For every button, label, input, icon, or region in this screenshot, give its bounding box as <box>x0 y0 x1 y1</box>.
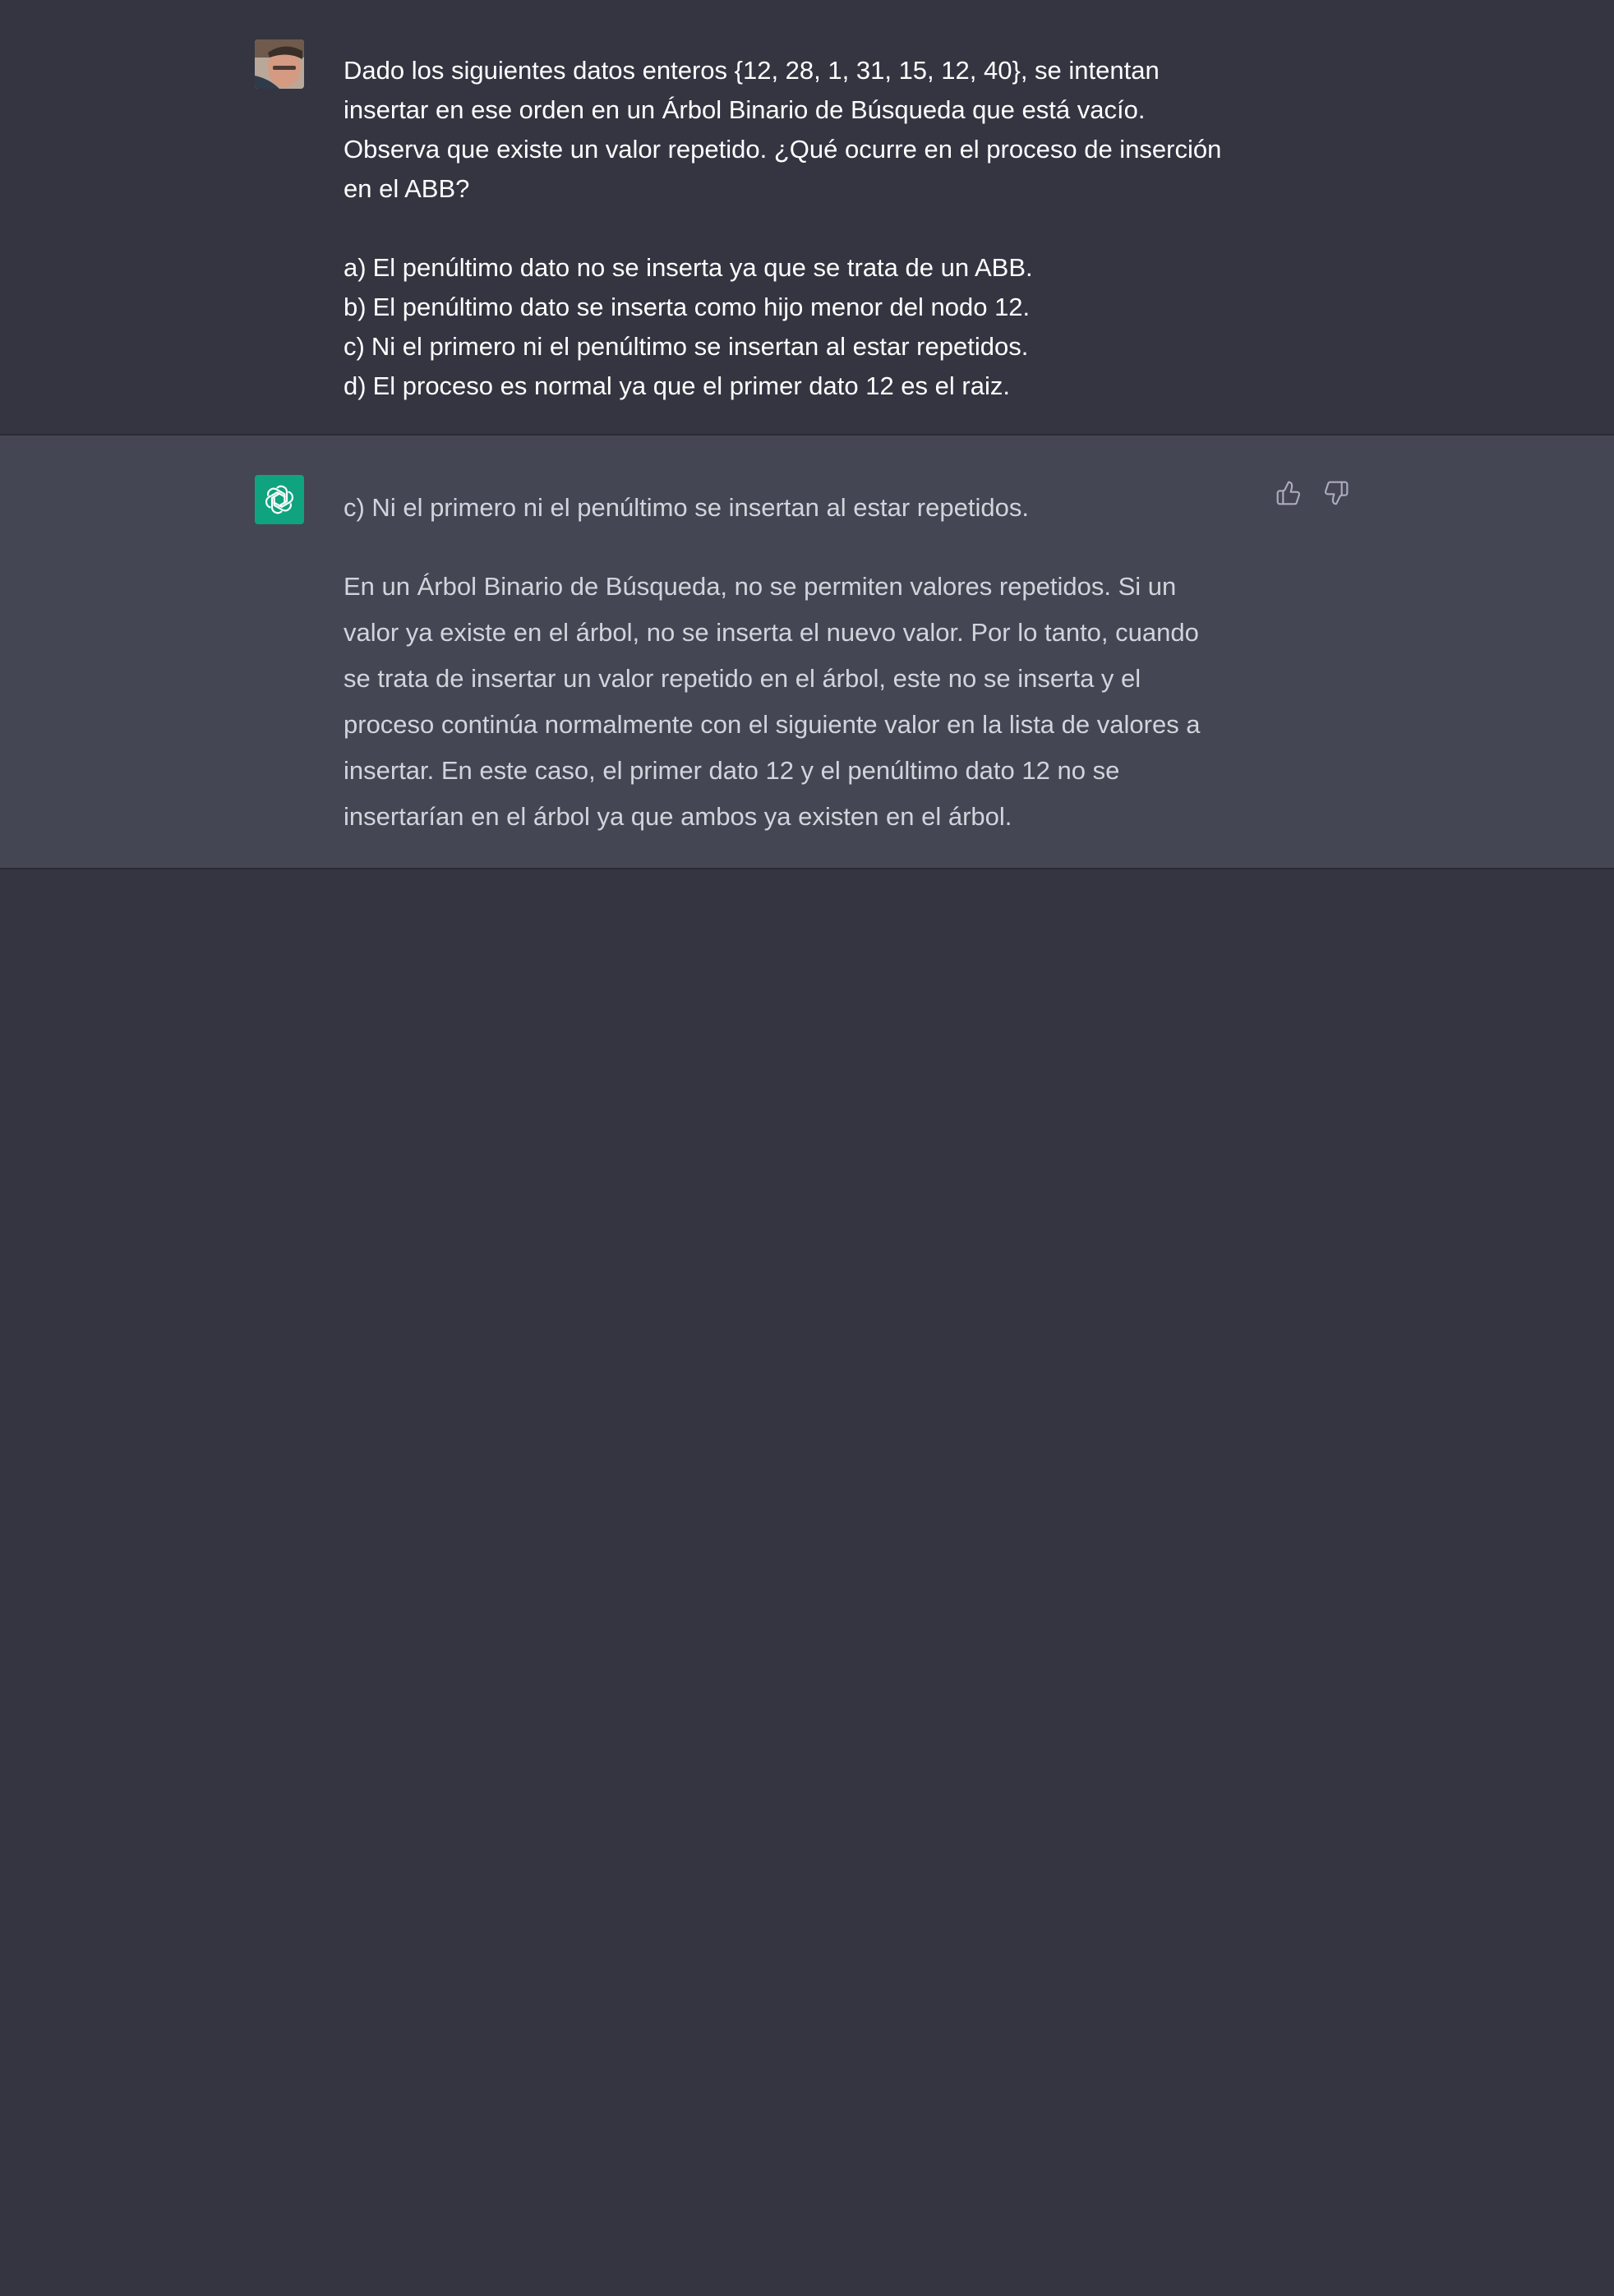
option-letter: b) <box>344 293 367 321</box>
option-letter: d) <box>344 371 367 400</box>
openai-logo-icon <box>255 475 304 524</box>
thumbs-down-icon[interactable] <box>1321 478 1351 508</box>
explanation-line: proceso continúa normalmente con el sigu… <box>344 710 1201 739</box>
explanation-line: valor ya existe en el árbol, no se inser… <box>344 618 1199 647</box>
option-text: El penúltimo dato no se inserta ya que s… <box>372 253 1033 282</box>
option-a: a) El penúltimo dato no se inserta ya qu… <box>344 248 1272 288</box>
assistant-message-text: c) Ni el primero ni el penúltimo se inse… <box>344 485 1256 840</box>
answer-line: c) Ni el primero ni el penúltimo se inse… <box>344 493 1029 522</box>
thumbs-up-icon[interactable] <box>1274 478 1303 508</box>
user-message-text: Dado los siguientes datos enteros {12, 2… <box>344 51 1272 406</box>
option-text: Ni el primero ni el penúltimo se inserta… <box>371 332 1029 361</box>
option-b: b) El penúltimo dato se inserta como hij… <box>344 288 1272 327</box>
question-line: Observa que existe un valor repetido. ¿Q… <box>344 135 1222 164</box>
explanation-line: insertar. En este caso, el primer dato 1… <box>344 756 1120 785</box>
explanation-line: insertarían en el árbol ya que ambos ya … <box>344 802 1012 831</box>
user-avatar <box>255 39 304 89</box>
feedback-buttons <box>1274 478 1351 508</box>
user-message: Dado los siguientes datos enteros {12, 2… <box>0 0 1614 436</box>
option-c: c) Ni el primero ni el penúltimo se inse… <box>344 327 1272 367</box>
question-line: insertar en ese orden en un Árbol Binari… <box>344 95 1146 124</box>
option-text: El proceso es normal ya que el primer da… <box>372 371 1010 400</box>
option-text: El penúltimo dato se inserta como hijo m… <box>372 293 1031 321</box>
explanation-line: se trata de insertar un valor repetido e… <box>344 664 1141 693</box>
option-letter: c) <box>344 332 365 361</box>
explanation-line: En un Árbol Binario de Búsqueda, no se p… <box>344 572 1177 601</box>
option-letter: a) <box>344 253 367 282</box>
question-line: en el ABB? <box>344 174 470 203</box>
option-d: d) El proceso es normal ya que el primer… <box>344 367 1272 406</box>
question-line: Dado los siguientes datos enteros {12, 2… <box>344 56 1160 85</box>
